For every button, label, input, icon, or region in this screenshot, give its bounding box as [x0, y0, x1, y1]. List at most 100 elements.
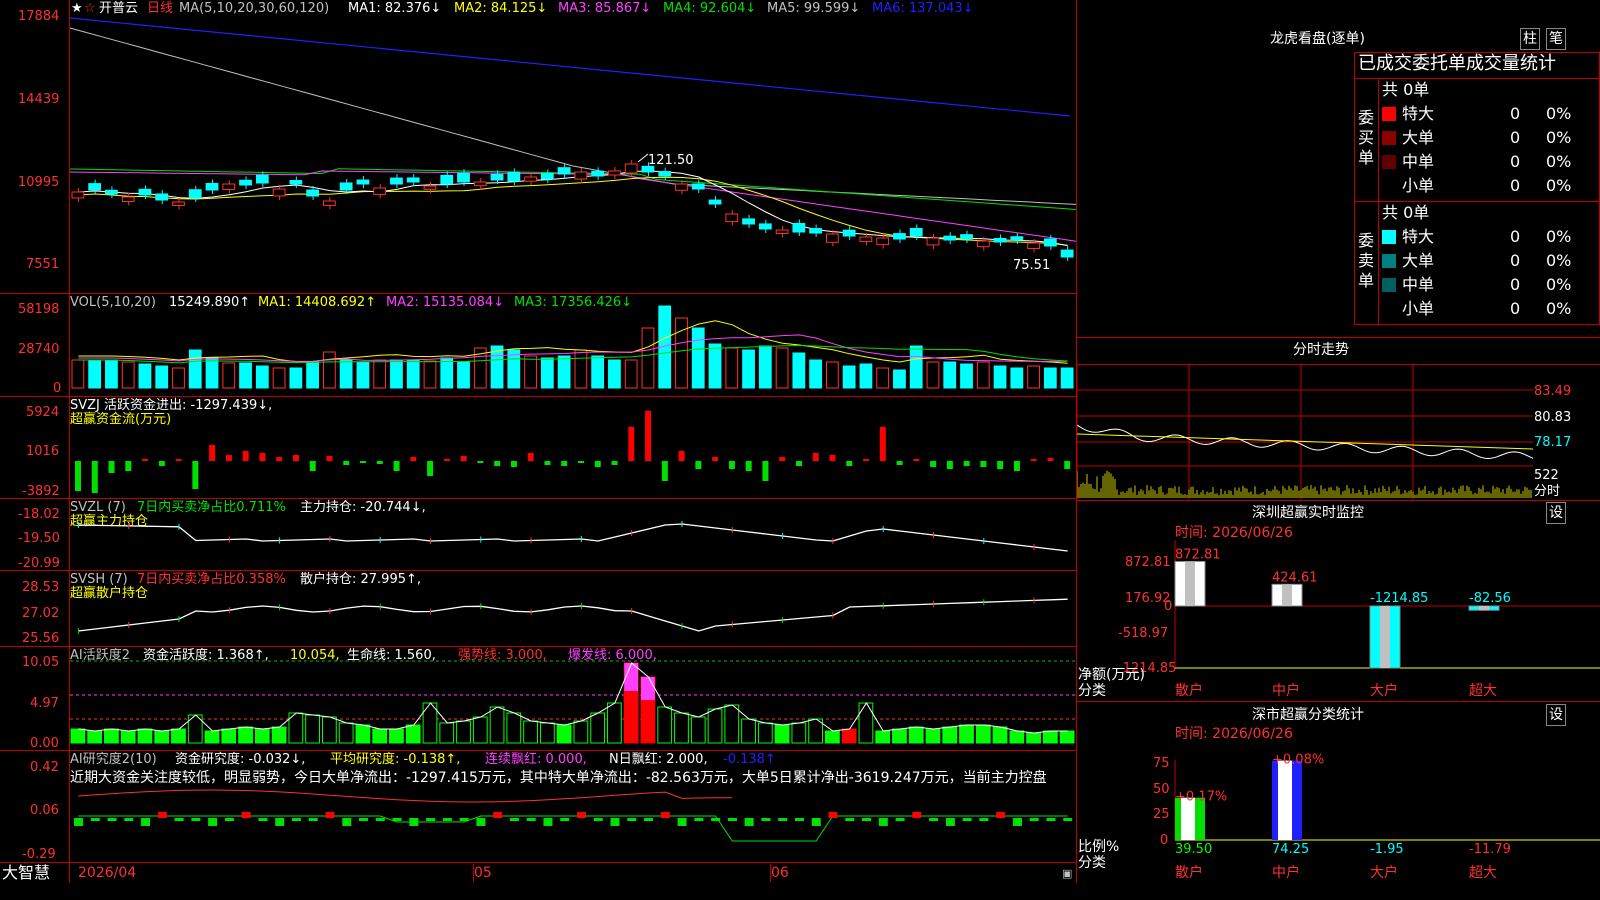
volume-bar [574, 349, 588, 389]
volume-bar [255, 365, 269, 389]
candle [826, 233, 839, 243]
order-type: 小单 [1402, 299, 1435, 318]
candle [507, 171, 521, 182]
lock-icon[interactable]: ▣ [1062, 866, 1072, 881]
activity-bar [271, 726, 287, 744]
date-tick [473, 864, 474, 882]
flow-bar [494, 461, 501, 466]
ma4-line [70, 168, 1076, 210]
flow-bar [762, 461, 769, 481]
ai1-tick: 10.05 [22, 655, 60, 670]
svsh-tick: 28.53 [22, 580, 60, 595]
ai1-tick: 4.97 [30, 696, 59, 711]
volume-bar [591, 355, 605, 389]
candle [809, 228, 823, 234]
order-count: 0 [1510, 104, 1521, 123]
activity-bar [674, 712, 689, 744]
activity-bar [757, 722, 773, 744]
research-bar [610, 818, 620, 826]
research-bar [1063, 818, 1073, 821]
ai2-summary: 近期大资金关注度较低，明显弱势，今日大单净流出：-1297.415万元，其中特大… [70, 770, 1047, 786]
bar-view-button[interactable]: 柱 [1520, 28, 1540, 50]
ai2-research: 资金研究度: -0.032↓, [175, 752, 306, 767]
flow-bar [142, 459, 149, 461]
monitor-time: 时间: 2026/06/26 [1175, 525, 1293, 541]
ai1-tick: 0.00 [30, 736, 59, 751]
fund-flow-chart[interactable] [70, 397, 1076, 498]
candle [473, 181, 487, 187]
ai-activity-chart[interactable] [70, 647, 1076, 750]
category-label: 散户 [1175, 864, 1203, 881]
candlestick-chart[interactable] [70, 14, 1076, 293]
monitor-settings-button[interactable]: 设 [1546, 502, 1566, 524]
date-label: 05 [474, 865, 492, 881]
intraday-chart[interactable] [1077, 364, 1533, 500]
stat-settings-button[interactable]: 设 [1546, 704, 1566, 726]
volume-bar [507, 349, 521, 389]
candle [356, 179, 370, 185]
order-count: 0 [1510, 251, 1521, 270]
volume-bar [909, 345, 923, 389]
activity-bar [389, 728, 404, 744]
flow-bar [678, 451, 685, 461]
activity-bar [506, 712, 522, 744]
activity-bar [908, 726, 924, 744]
ai-research-chart[interactable] [70, 786, 1076, 862]
research-bar [107, 818, 117, 821]
volume-bar [289, 367, 303, 389]
flow-bar [343, 461, 350, 465]
candle [155, 193, 169, 201]
activity-bar [657, 706, 673, 744]
flow-bar [108, 461, 115, 473]
volume-bar [608, 359, 621, 389]
order-row: 大单 0 0% [1382, 251, 1600, 271]
activity-bar [221, 728, 237, 744]
research-bar [409, 818, 419, 826]
volume-bar [742, 349, 755, 389]
research-bar [577, 812, 586, 818]
flow-bar [611, 461, 618, 465]
research-bar [543, 818, 553, 826]
retail-holding-chart[interactable] [70, 571, 1076, 646]
activity-bar [992, 726, 1008, 744]
flow-bar [1064, 461, 1071, 469]
volume-bar [557, 355, 571, 389]
flow-bar [158, 461, 165, 466]
order-percent: 0% [1546, 251, 1572, 270]
volume-bar [1027, 365, 1040, 389]
research-bar [845, 818, 855, 821]
candle [842, 229, 856, 237]
volume-bar [490, 345, 504, 389]
volume-bar [792, 352, 806, 389]
app-logo[interactable]: 大智慧 [2, 864, 50, 882]
candle [574, 171, 588, 180]
stat-chart[interactable]: +0.17% 39.50 散户 +0.08% 74.25 中户 -1.95 大户 -11.79 超… [1077, 745, 1600, 900]
flow-bar [544, 461, 551, 465]
vol-tick: 28740 [18, 342, 60, 357]
volume-bar [373, 359, 387, 389]
research-bar [174, 818, 184, 821]
research-bar [1046, 818, 1056, 821]
research-bar [493, 812, 503, 818]
order-type: 中单 [1402, 275, 1435, 294]
volume-chart[interactable] [70, 294, 1076, 396]
research-bar [191, 818, 201, 821]
flow-bar [393, 461, 400, 471]
flow-bar [578, 461, 584, 463]
volume-bar [239, 362, 252, 389]
flow-bar [913, 459, 920, 461]
activity-bar [539, 722, 555, 744]
volume-bar [758, 345, 772, 389]
order-row: 特大 0 0% [1382, 227, 1600, 247]
order-percent: 0% [1546, 152, 1572, 171]
main-holding-chart[interactable] [70, 499, 1076, 570]
tick-view-button[interactable]: 笔 [1546, 28, 1566, 50]
activity-bar [607, 702, 622, 744]
monitor-chart[interactable]: 872.81 散户 424.61 中户 -1214.85 大户 -82.56 超大 [1077, 540, 1600, 700]
activity-bar [1026, 732, 1041, 744]
candle [373, 187, 387, 195]
candle [725, 213, 739, 223]
volume-bar [155, 365, 169, 389]
flow-bar [863, 459, 870, 461]
volume-bar [943, 361, 957, 389]
